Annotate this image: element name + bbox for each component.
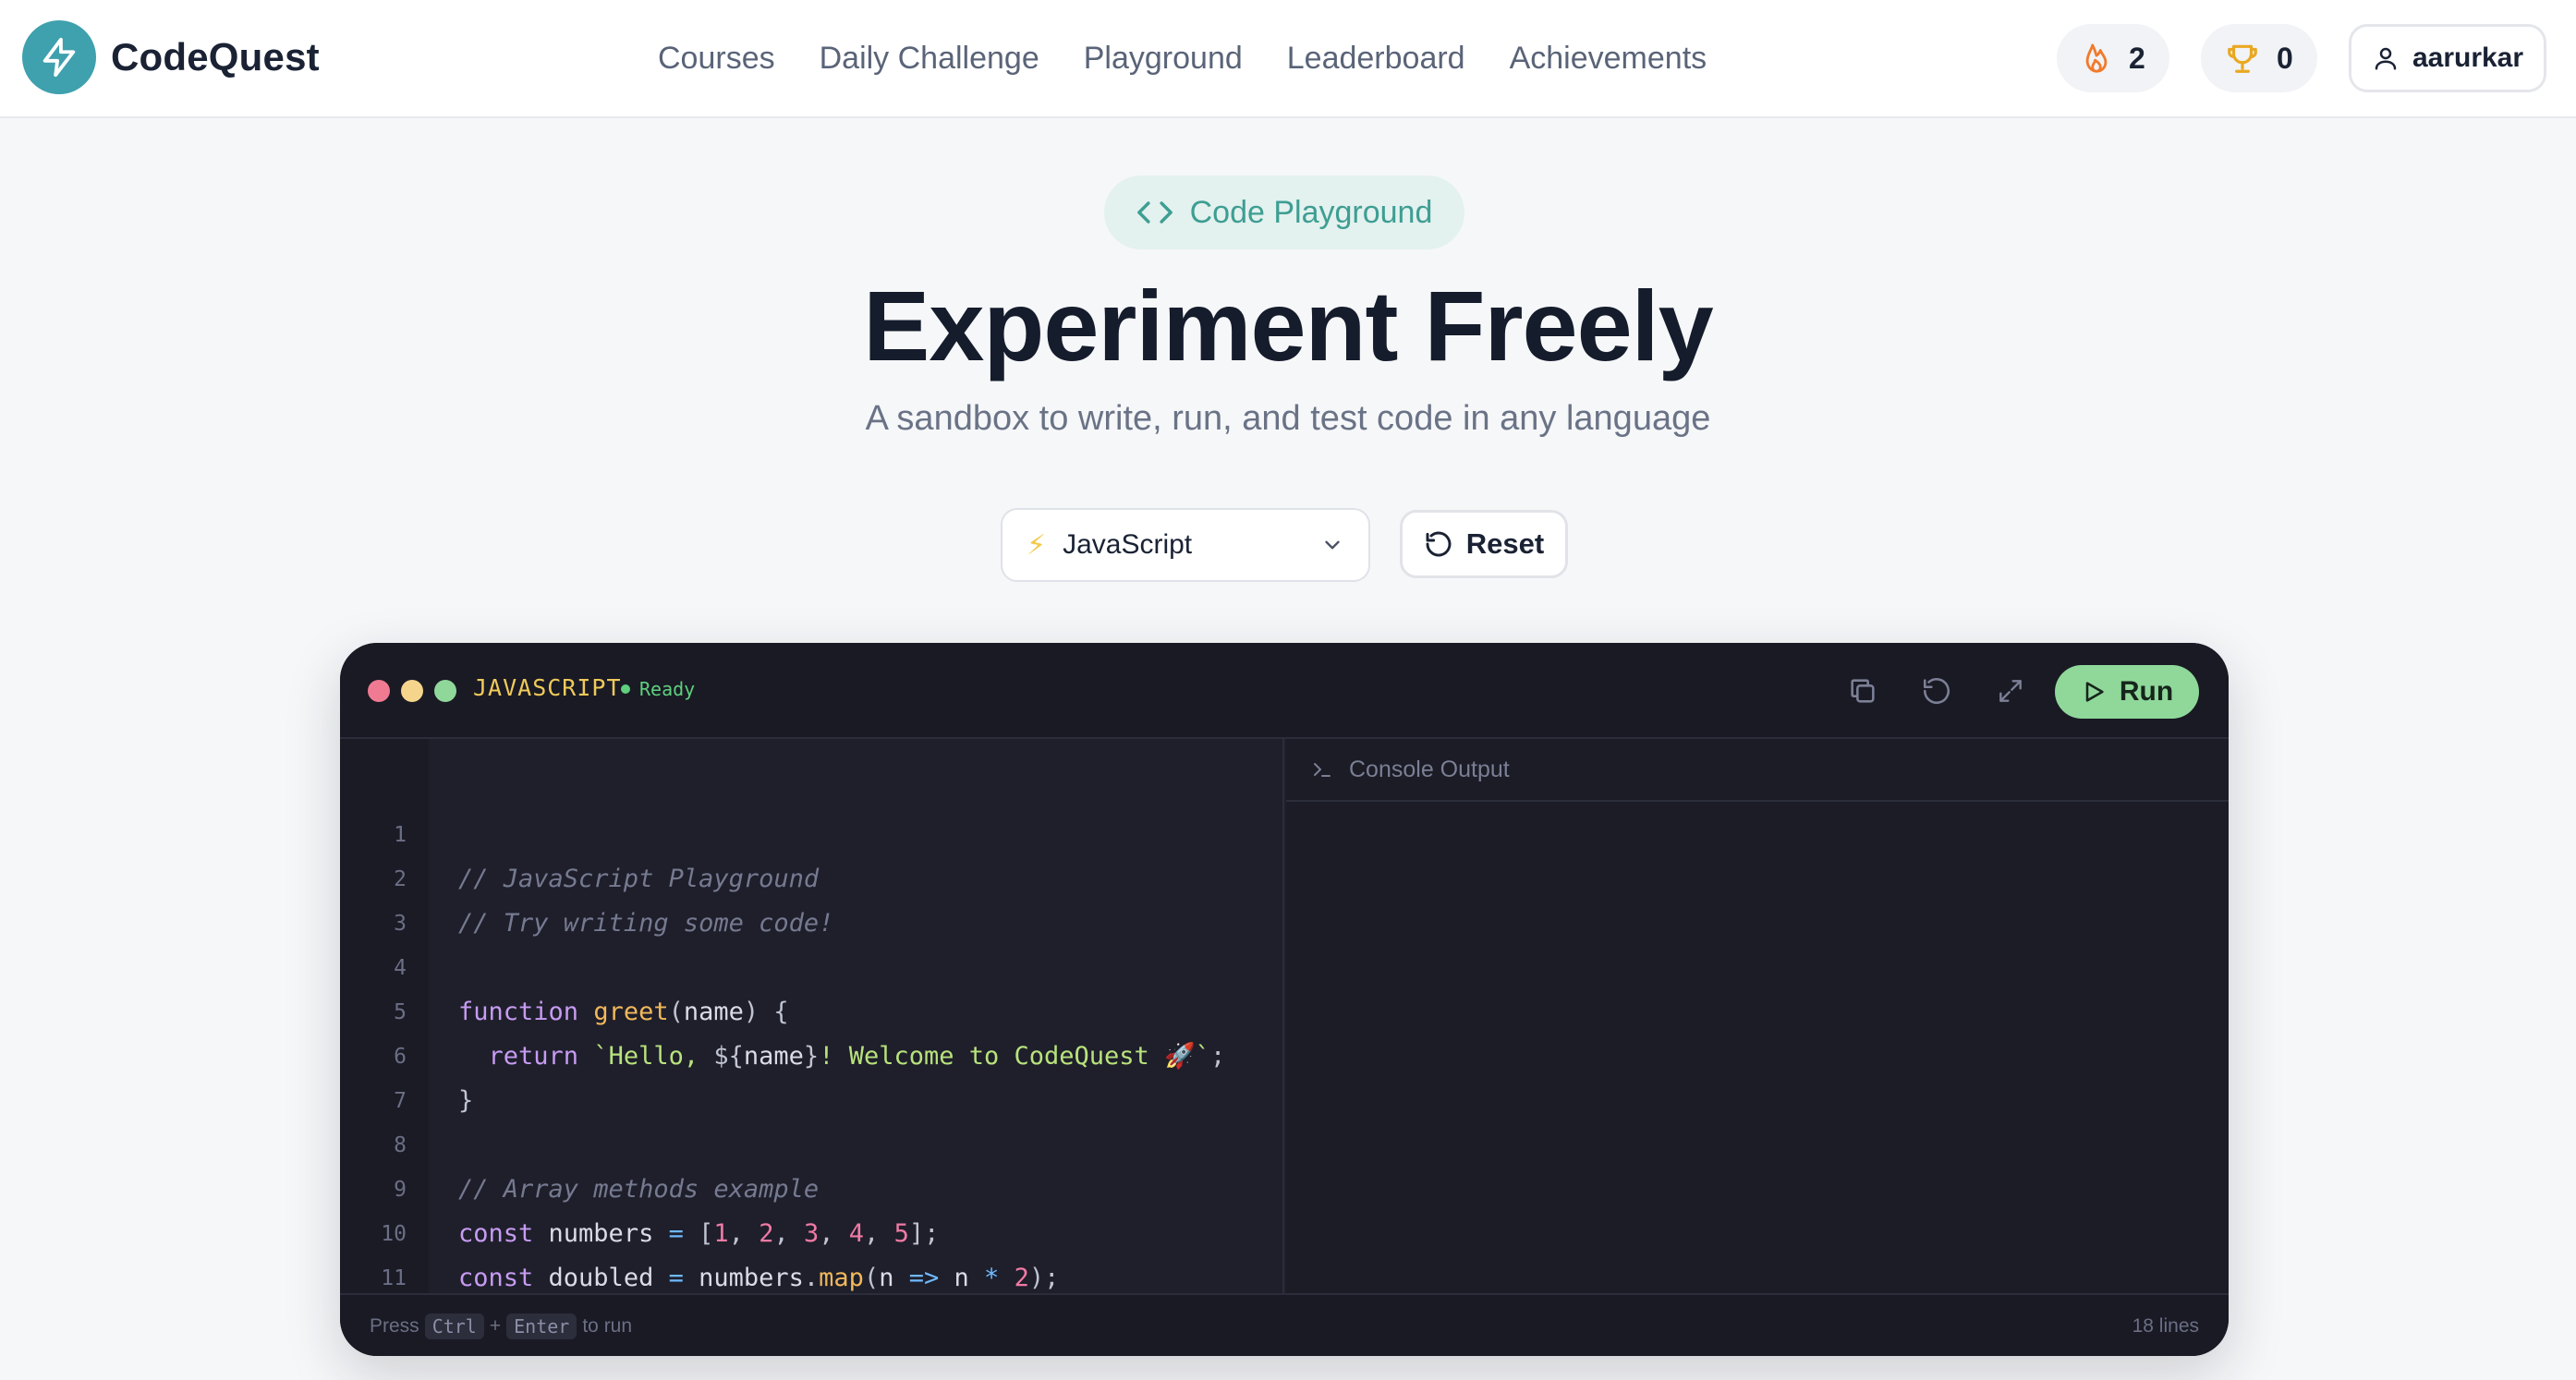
- nav-link-leaderboard[interactable]: Leaderboard: [1287, 41, 1465, 77]
- badge-label: Code Playground: [1189, 194, 1433, 230]
- selected-language: JavaScript: [1063, 529, 1193, 560]
- nav-link-achievements[interactable]: Achievements: [1510, 41, 1707, 77]
- status-text: Ready: [639, 678, 696, 700]
- code-line-2: 2 // Try writing some code!: [340, 813, 1282, 938]
- nav-link-playground[interactable]: Playground: [1084, 41, 1243, 77]
- user-menu-button[interactable]: aarurkar: [2349, 24, 2546, 92]
- code-line-3: 3: [340, 857, 1282, 936]
- code-line-5: 5 return `Hello, ${name}! Welcome to Cod…: [340, 946, 1282, 1071]
- console-title: Console Output: [1349, 756, 1510, 782]
- user-icon: [2375, 47, 2397, 70]
- run-button[interactable]: Run: [2055, 665, 2199, 719]
- language-select[interactable]: ⚡ JavaScript: [1001, 508, 1370, 582]
- hint-run: to run: [582, 1315, 633, 1337]
- code-area[interactable]: 1 // JavaScript Playground 2 // Try writ…: [340, 739, 1284, 1337]
- code-line-8: 8 // Array methods example: [340, 1079, 1282, 1204]
- line-count: 18 lines: [2132, 1315, 2199, 1337]
- run-label: Run: [2119, 676, 2174, 707]
- page-subtitle: A sandbox to write, run, and test code i…: [865, 399, 1711, 438]
- editor-status: Ready: [621, 678, 695, 700]
- code-line-1: 1 // JavaScript Playground: [340, 769, 1282, 893]
- window-dot-green: [434, 680, 456, 702]
- streak-count: 2: [2129, 41, 2145, 75]
- hint-press: Press: [370, 1315, 419, 1337]
- main-nav: Courses Daily Challenge Playground Leade…: [658, 0, 1751, 116]
- reset-label: Reset: [1465, 527, 1545, 560]
- page-title: Experiment Freely: [863, 270, 1713, 381]
- hint-plus: +: [489, 1315, 502, 1337]
- kbd-enter: Enter: [506, 1313, 577, 1339]
- code-line-4: 4 function greet(name) {: [340, 902, 1282, 1026]
- chevron-down-icon: [1325, 540, 1340, 550]
- app-logo[interactable]: CodeQuest: [22, 20, 320, 94]
- play-icon: [2085, 682, 2104, 702]
- playground-badge: Code Playground: [1104, 176, 1464, 249]
- terminal-icon: [1314, 763, 1331, 777]
- status-dot: [621, 684, 630, 694]
- flame-icon: [2085, 43, 2108, 73]
- console-header: Console Output: [1286, 739, 2229, 802]
- rotate-ccw-icon: [1426, 531, 1452, 557]
- copy-icon[interactable]: [1844, 672, 1881, 709]
- code-line-9: 9 const numbers = [1, 2, 3, 4, 5];: [340, 1123, 1282, 1248]
- kbd-ctrl: Ctrl: [424, 1313, 484, 1339]
- editor-toolbar: JAVASCRIPT Ready Run: [340, 643, 2229, 739]
- lightning-bolt-icon: [22, 20, 96, 94]
- reset-button[interactable]: Reset: [1400, 510, 1568, 578]
- editor-language-label: JAVASCRIPT: [473, 674, 622, 701]
- app-name: CodeQuest: [111, 35, 320, 79]
- editor-footer: Press Ctrl + Enter to run 18 lines: [340, 1293, 2229, 1356]
- code-line-10: 10 const doubled = numbers.map(n => n * …: [340, 1168, 1282, 1292]
- undo-icon[interactable]: [1918, 672, 1955, 709]
- run-shortcut-hint: Press Ctrl + Enter to run: [370, 1313, 632, 1339]
- window-dot-red: [368, 680, 390, 702]
- username: aarurkar: [2412, 42, 2524, 73]
- code-editor-window: JAVASCRIPT Ready Run 1 // JavaScript Pla…: [340, 643, 2229, 1356]
- nav-link-daily-challenge[interactable]: Daily Challenge: [820, 41, 1039, 77]
- console-panel: Console Output: [1286, 739, 2229, 1293]
- trophy-counter[interactable]: 0: [2201, 24, 2317, 92]
- code-line-6: 6 }: [340, 990, 1282, 1115]
- nav-link-courses[interactable]: Courses: [658, 41, 775, 77]
- top-navbar: CodeQuest Courses Daily Challenge Playgr…: [0, 0, 2576, 118]
- lightning-icon: ⚡: [1027, 529, 1047, 561]
- code-brackets-icon: [1136, 201, 1173, 224]
- code-line-7: 7: [340, 1035, 1282, 1113]
- streak-counter[interactable]: 2: [2057, 24, 2169, 92]
- trophy-count: 0: [2277, 41, 2293, 75]
- window-dot-yellow: [401, 680, 423, 702]
- console-output-area: [1286, 802, 2229, 1291]
- trophy-icon: [2228, 44, 2257, 73]
- expand-icon[interactable]: [1992, 672, 2029, 709]
- code-line-11: 11 const sum = numbers.reduce((a, b) => …: [340, 1212, 1282, 1337]
